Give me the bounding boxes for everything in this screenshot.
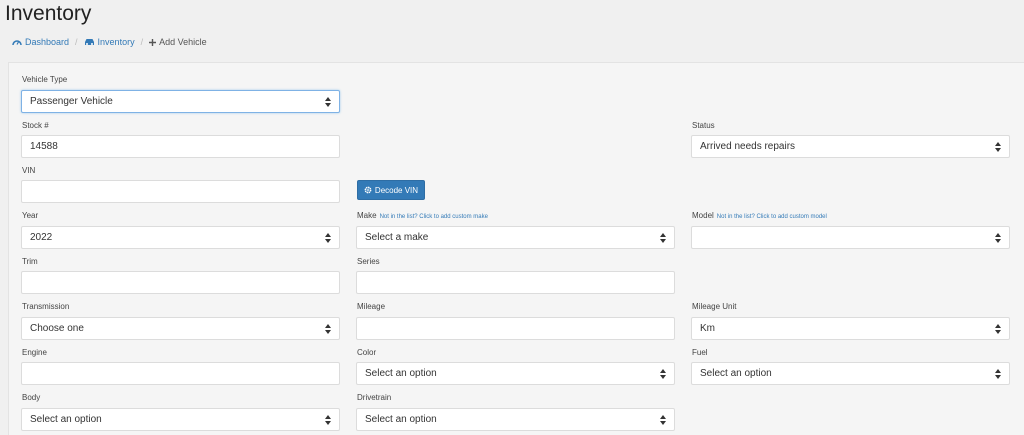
select-arrows-icon bbox=[325, 324, 331, 334]
engine-input[interactable] bbox=[21, 362, 340, 385]
trim-label: Trim bbox=[22, 257, 38, 266]
year-value: 2022 bbox=[30, 232, 53, 243]
breadcrumb-add-vehicle: Add Vehicle bbox=[149, 37, 207, 47]
decode-vin-button[interactable]: Decode VIN bbox=[357, 180, 425, 200]
color-value: Select an option bbox=[365, 368, 437, 379]
select-arrows-icon bbox=[995, 142, 1001, 152]
vehicle-type-value: Passenger Vehicle bbox=[30, 96, 113, 107]
status-select[interactable]: Arrived needs repairs bbox=[691, 135, 1010, 158]
page-title: Inventory bbox=[5, 2, 92, 25]
transmission-value: Choose one bbox=[30, 323, 84, 334]
transmission-select[interactable]: Choose one bbox=[21, 317, 340, 340]
mileage-input[interactable] bbox=[356, 317, 675, 340]
series-input[interactable] bbox=[356, 271, 675, 294]
select-arrows-icon bbox=[325, 415, 331, 425]
vehicle-type-select[interactable]: Passenger Vehicle bbox=[21, 90, 340, 113]
status-value: Arrived needs repairs bbox=[700, 141, 796, 152]
breadcrumb-inventory[interactable]: Inventory bbox=[84, 37, 135, 47]
model-label: Model bbox=[692, 211, 714, 220]
year-select[interactable]: 2022 bbox=[21, 226, 340, 249]
select-arrows-icon bbox=[325, 97, 331, 107]
select-arrows-icon bbox=[995, 233, 1001, 243]
vehicle-type-label: Vehicle Type bbox=[22, 75, 68, 84]
breadcrumb-separator: / bbox=[75, 37, 78, 47]
dashboard-icon bbox=[12, 40, 22, 46]
fuel-label: Fuel bbox=[692, 348, 708, 357]
drivetrain-value: Select an option bbox=[365, 414, 437, 425]
mileage-label: Mileage bbox=[357, 302, 386, 311]
model-select[interactable] bbox=[691, 226, 1010, 249]
breadcrumb-inventory-label[interactable]: Inventory bbox=[98, 37, 135, 47]
drivetrain-label: Drivetrain bbox=[357, 393, 392, 402]
engine-label: Engine bbox=[22, 348, 47, 357]
stock-input[interactable]: 14588 bbox=[21, 135, 340, 158]
fuel-select[interactable]: Select an option bbox=[691, 362, 1010, 385]
body-label: Body bbox=[22, 393, 41, 402]
select-arrows-icon bbox=[660, 369, 666, 379]
mileage-unit-select[interactable]: Km bbox=[691, 317, 1010, 340]
breadcrumb-add-vehicle-label: Add Vehicle bbox=[159, 37, 207, 47]
make-label-group: Make Not in the list? Click to add custom… bbox=[357, 211, 488, 220]
model-label-group: Model Not in the list? Click to add custo… bbox=[692, 211, 827, 220]
select-arrows-icon bbox=[660, 415, 666, 425]
breadcrumb-dashboard[interactable]: Dashboard bbox=[12, 37, 69, 47]
car-icon bbox=[84, 39, 94, 45]
mileage-unit-label: Mileage Unit bbox=[692, 302, 737, 311]
transmission-label: Transmission bbox=[22, 302, 70, 311]
select-arrows-icon bbox=[325, 233, 331, 243]
body-select[interactable]: Select an option bbox=[21, 408, 340, 431]
breadcrumb-separator: / bbox=[140, 37, 144, 47]
select-arrows-icon bbox=[995, 369, 1001, 379]
color-label: Color bbox=[357, 348, 377, 357]
fuel-value: Select an option bbox=[700, 368, 772, 379]
add-custom-model-link[interactable]: Not in the list? Click to add custom mod… bbox=[717, 214, 827, 220]
plus-icon bbox=[149, 38, 157, 46]
vin-label: VIN bbox=[22, 166, 36, 175]
drivetrain-select[interactable]: Select an option bbox=[356, 408, 675, 431]
make-label: Make bbox=[357, 211, 377, 220]
series-label: Series bbox=[357, 257, 380, 266]
make-select[interactable]: Select a make bbox=[356, 226, 675, 249]
mileage-unit-value: Km bbox=[700, 323, 715, 334]
select-arrows-icon bbox=[995, 324, 1001, 334]
decode-vin-label: Decode VIN bbox=[374, 185, 419, 195]
breadcrumb: Dashboard / Inventory / Add Vehicle bbox=[0, 32, 1024, 52]
stock-value: 14588 bbox=[30, 141, 58, 152]
body-value: Select an option bbox=[30, 414, 102, 425]
stock-label: Stock # bbox=[22, 121, 49, 130]
year-label: Year bbox=[22, 211, 39, 220]
status-label: Status bbox=[692, 121, 715, 130]
make-value: Select a make bbox=[365, 232, 429, 243]
color-select[interactable]: Select an option bbox=[356, 362, 675, 385]
trim-input[interactable] bbox=[21, 271, 340, 294]
breadcrumb-dashboard-label[interactable]: Dashboard bbox=[25, 37, 69, 47]
vin-input[interactable] bbox=[21, 180, 340, 203]
select-arrows-icon bbox=[660, 233, 666, 243]
gear-icon bbox=[364, 186, 372, 194]
add-custom-make-link[interactable]: Not in the list? Click to add custom mak… bbox=[380, 214, 488, 220]
